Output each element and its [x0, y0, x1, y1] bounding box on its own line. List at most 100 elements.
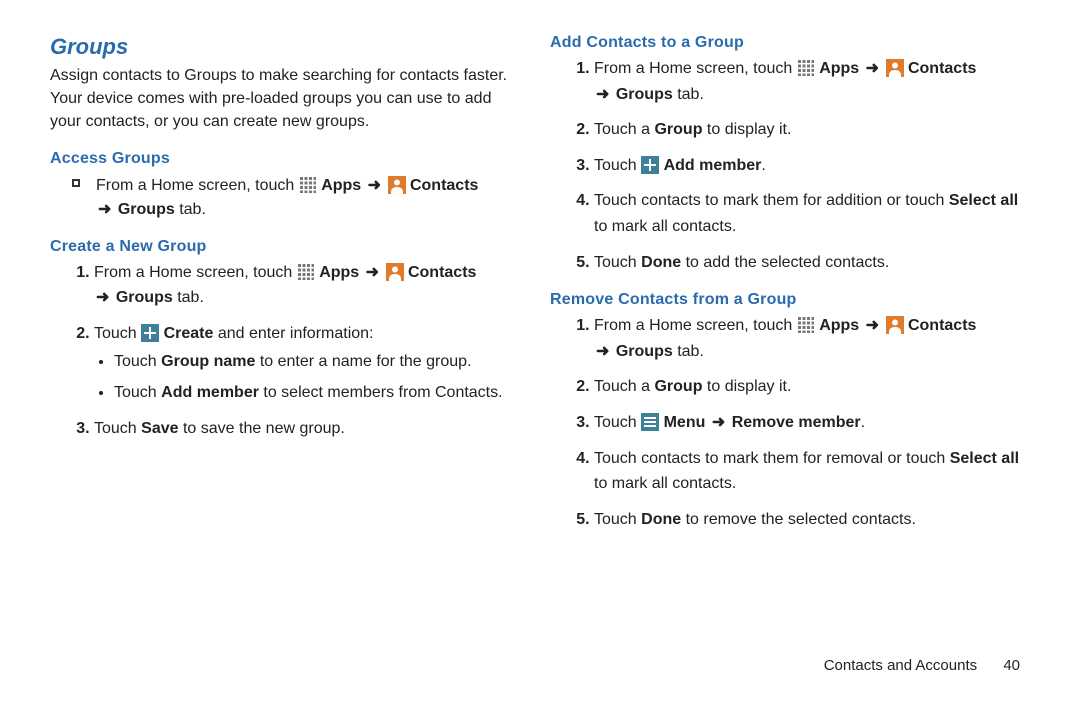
contacts-label: Contacts — [408, 264, 476, 281]
step-1: From a Home screen, touch Apps ➜ Contact… — [594, 313, 1030, 364]
plus-icon — [141, 324, 159, 342]
step-3: Touch Add member. — [594, 153, 1030, 179]
select-all-label: Select all — [949, 192, 1018, 209]
apps-icon — [297, 263, 315, 281]
apps-label: Apps — [819, 60, 859, 77]
text: From a Home screen, touch — [594, 317, 797, 334]
create-substeps: Touch Group name to enter a name for the… — [94, 350, 520, 406]
text: From a Home screen, touch — [96, 177, 299, 194]
apps-label: Apps — [319, 264, 359, 281]
text: to save the new group. — [179, 420, 345, 437]
contacts-label: Contacts — [908, 317, 976, 334]
chapter-name: Contacts and Accounts — [824, 657, 977, 674]
page-footer: Contacts and Accounts 40 — [824, 657, 1020, 674]
menu-label: Menu — [664, 414, 706, 431]
text: to remove the selected contacts. — [681, 511, 916, 528]
apps-icon — [299, 176, 317, 194]
apps-label: Apps — [321, 177, 361, 194]
text: tab. — [673, 343, 704, 360]
add-member-label: Add member — [664, 157, 762, 174]
arrow-icon: ➜ — [364, 264, 381, 281]
access-step: From a Home screen, touch Apps ➜ Contact… — [72, 174, 520, 222]
step-2: Touch a Group to display it. — [594, 374, 1030, 400]
text: . — [861, 414, 865, 431]
groups-label: Groups — [616, 86, 673, 103]
arrow-icon: ➜ — [864, 60, 881, 77]
text: to enter a name for the group. — [255, 353, 471, 370]
text: Touch — [114, 384, 161, 401]
create-label: Create — [164, 325, 214, 342]
add-contacts-heading: Add Contacts to a Group — [550, 34, 1030, 52]
text: to display it. — [702, 121, 791, 138]
text: to display it. — [702, 378, 791, 395]
contacts-icon — [886, 59, 904, 77]
apps-icon — [797, 59, 815, 77]
groups-label: Groups — [118, 201, 175, 218]
done-label: Done — [641, 254, 681, 271]
arrow-icon: ➜ — [96, 201, 113, 218]
contacts-icon — [886, 316, 904, 334]
step-2: Touch Create and enter information: Touc… — [94, 321, 520, 406]
arrow-icon: ➜ — [594, 86, 611, 103]
step-3: Touch Save to save the new group. — [94, 416, 520, 442]
text: . — [761, 157, 765, 174]
remove-contacts-heading: Remove Contacts from a Group — [550, 291, 1030, 309]
add-steps: From a Home screen, touch Apps ➜ Contact… — [572, 56, 1030, 275]
step-5: Touch Done to remove the selected contac… — [594, 507, 1030, 533]
step-2: Touch a Group to display it. — [594, 117, 1030, 143]
text: Touch contacts to mark them for addition… — [594, 192, 949, 209]
text: Touch — [594, 414, 641, 431]
text: Touch a — [594, 378, 654, 395]
text: to add the selected contacts. — [681, 254, 889, 271]
text: Touch contacts to mark them for removal … — [594, 450, 950, 467]
text: tab. — [173, 289, 204, 306]
right-column: Add Contacts to a Group From a Home scre… — [540, 34, 1030, 710]
text: Touch — [594, 254, 641, 271]
bullet-1: Touch Group name to enter a name for the… — [114, 350, 520, 375]
step-4: Touch contacts to mark them for removal … — [594, 446, 1030, 497]
step-1: From a Home screen, touch Apps ➜ Contact… — [94, 260, 520, 311]
contacts-icon — [388, 176, 406, 194]
done-label: Done — [641, 511, 681, 528]
remove-member-label: Remove member — [732, 414, 861, 431]
text: Touch — [594, 157, 641, 174]
group-label: Group — [654, 378, 702, 395]
arrow-icon: ➜ — [864, 317, 881, 334]
bullet-2: Touch Add member to select members from … — [114, 381, 520, 406]
left-column: Groups Assign contacts to Groups to make… — [50, 34, 540, 710]
apps-label: Apps — [819, 317, 859, 334]
access-groups-heading: Access Groups — [50, 150, 520, 168]
arrow-icon: ➜ — [94, 289, 111, 306]
intro-text: Assign contacts to Groups to make search… — [50, 64, 520, 134]
select-all-label: Select all — [950, 450, 1019, 467]
text: Touch — [594, 511, 641, 528]
step-4: Touch contacts to mark them for addition… — [594, 188, 1030, 239]
apps-icon — [797, 316, 815, 334]
step-3: Touch Menu ➜ Remove member. — [594, 410, 1030, 436]
step-1: From a Home screen, touch Apps ➜ Contact… — [594, 56, 1030, 107]
save-label: Save — [141, 420, 178, 437]
groups-label: Groups — [616, 343, 673, 360]
group-name-label: Group name — [161, 353, 255, 370]
arrow-icon: ➜ — [594, 343, 611, 360]
remove-steps: From a Home screen, touch Apps ➜ Contact… — [572, 313, 1030, 532]
text: Touch — [94, 325, 141, 342]
text: to mark all contacts. — [594, 475, 736, 492]
contacts-icon — [386, 263, 404, 281]
group-label: Group — [654, 121, 702, 138]
contacts-label: Contacts — [410, 177, 478, 194]
page-number: 40 — [1003, 657, 1020, 674]
create-steps: From a Home screen, touch Apps ➜ Contact… — [72, 260, 520, 442]
arrow-icon: ➜ — [366, 177, 383, 194]
text: Touch — [94, 420, 141, 437]
text: From a Home screen, touch — [594, 60, 797, 77]
add-member-label: Add member — [161, 384, 259, 401]
create-group-heading: Create a New Group — [50, 238, 520, 256]
section-title: Groups — [50, 34, 520, 60]
text: From a Home screen, touch — [94, 264, 297, 281]
step-5: Touch Done to add the selected contacts. — [594, 250, 1030, 276]
text: to mark all contacts. — [594, 218, 736, 235]
text: tab. — [673, 86, 704, 103]
contacts-label: Contacts — [908, 60, 976, 77]
text: Touch a — [594, 121, 654, 138]
